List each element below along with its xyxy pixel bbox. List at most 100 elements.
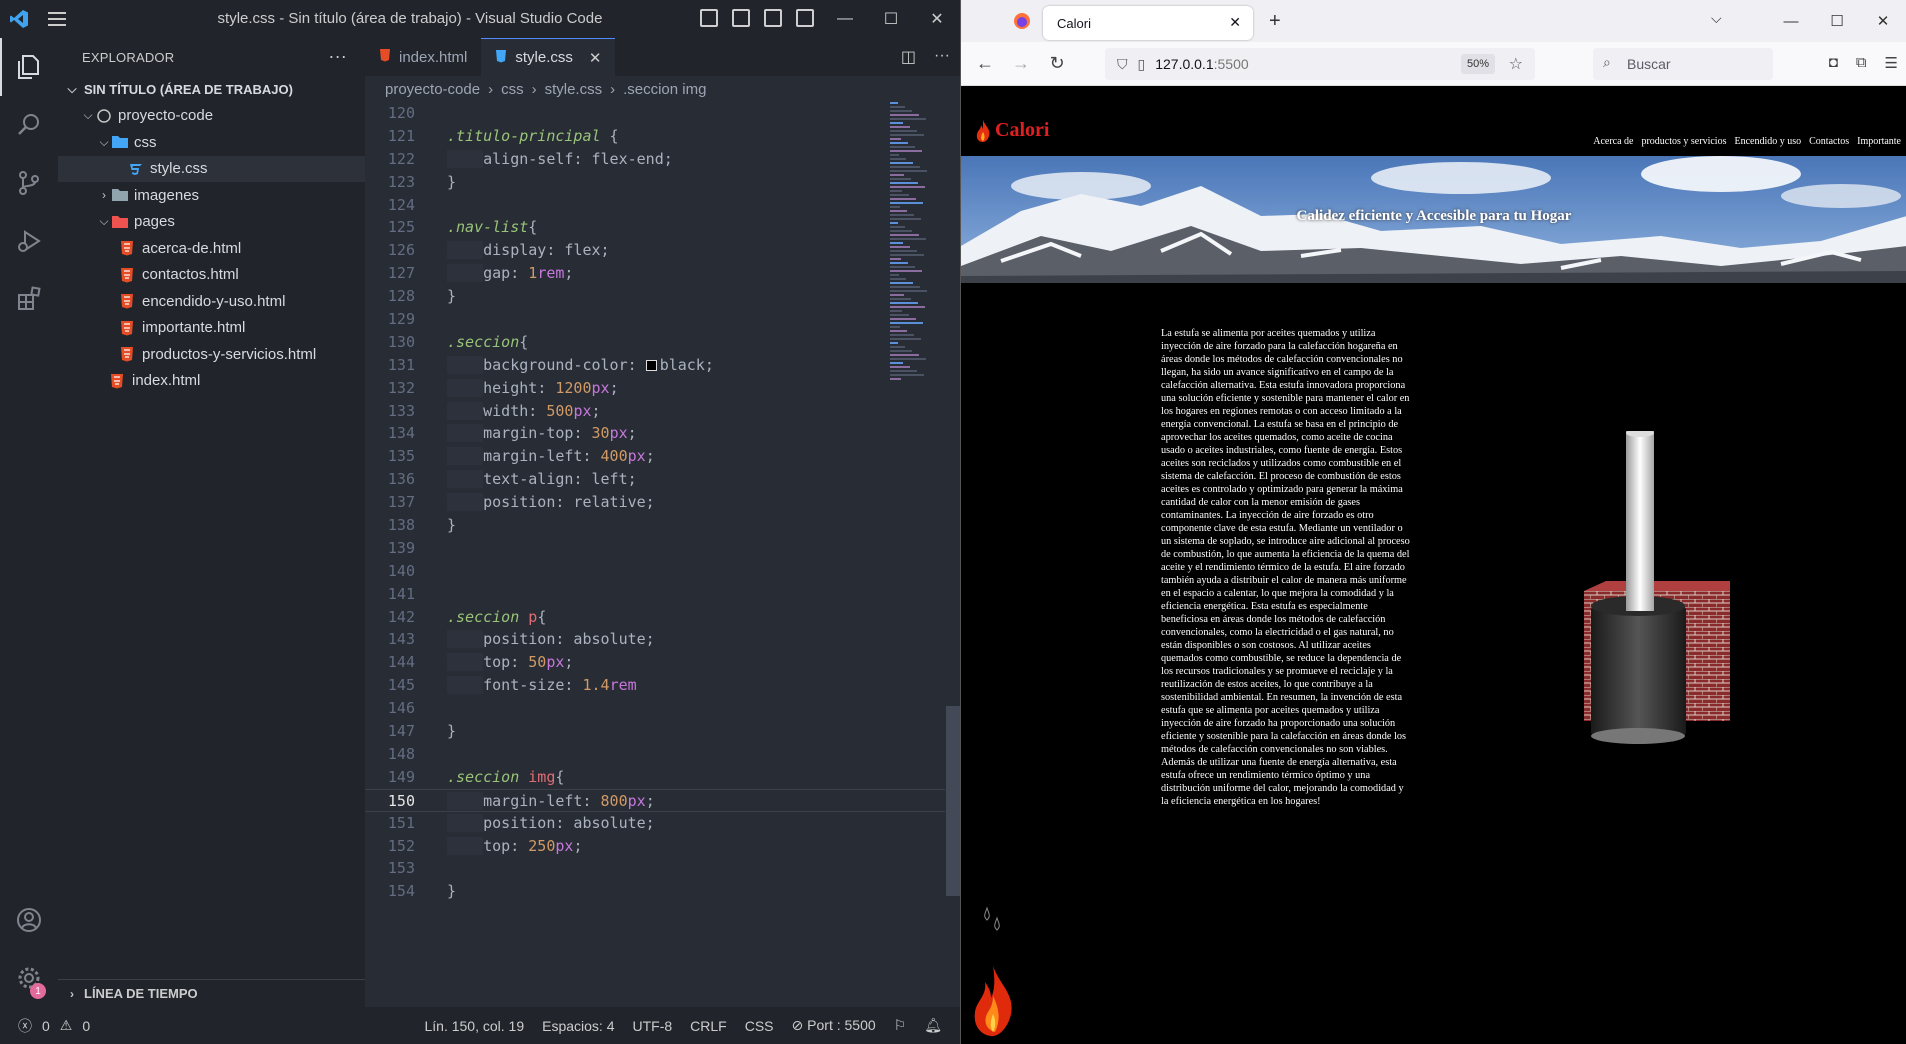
feedback-icon[interactable]: ⚐: [894, 1017, 907, 1034]
tree-item-importante[interactable]: importante.html: [58, 315, 365, 342]
zoom-indicator[interactable]: 50%: [1460, 54, 1495, 74]
tree-item-imagenes[interactable]: › imagenes: [58, 182, 365, 209]
code-line[interactable]: 154}: [365, 880, 945, 903]
encoding[interactable]: UTF-8: [633, 1018, 673, 1034]
source-control-icon[interactable]: [0, 154, 58, 212]
breadcrumb-item[interactable]: .seccion img: [623, 81, 706, 98]
code-line[interactable]: 147}: [365, 720, 945, 743]
code-line[interactable]: 145 font-size: 1.4rem: [365, 674, 945, 697]
nav-link[interactable]: Acerca de: [1593, 136, 1633, 147]
pocket-icon[interactable]: ◘: [1829, 54, 1838, 72]
code-line[interactable]: 138}: [365, 514, 945, 537]
tree-item-encendido-y-uso[interactable]: encendido-y-uso.html: [58, 288, 365, 315]
tab-index-html[interactable]: index.html: [365, 38, 481, 76]
more-actions-icon[interactable]: ···: [328, 46, 347, 67]
workspace-root[interactable]: ⌵ SIN TÍTULO (ÁREA DE TRABAJO): [58, 76, 365, 103]
firefox-view-icon[interactable]: [1001, 0, 1043, 42]
bell-icon[interactable]: 🔔︎: [924, 1017, 942, 1034]
close-icon[interactable]: ✕: [1860, 0, 1906, 42]
code-line[interactable]: 153: [365, 857, 945, 880]
close-tab-icon[interactable]: ✕: [589, 49, 602, 67]
more-actions-icon[interactable]: ···: [934, 47, 950, 67]
url-bar[interactable]: ⛉ ▯ 127.0.0.1:5500 50% ☆: [1105, 48, 1535, 80]
reload-icon[interactable]: ↻: [1039, 46, 1075, 82]
code-line[interactable]: 137 position: relative;: [365, 491, 945, 514]
browser-tab-calori[interactable]: Calori ✕: [1043, 6, 1253, 40]
code-line[interactable]: 146: [365, 697, 945, 720]
code-line[interactable]: 142 .seccion p{: [365, 606, 945, 629]
minimap[interactable]: [890, 102, 930, 442]
code-line[interactable]: 152 top: 250px;: [365, 835, 945, 858]
code-line[interactable]: 126 display: flex;: [365, 239, 945, 262]
close-icon[interactable]: ✕: [914, 0, 960, 38]
bookmark-star-icon[interactable]: ☆: [1509, 54, 1523, 74]
search-box[interactable]: ⌕ Buscar: [1593, 48, 1773, 80]
minimize-icon[interactable]: —: [822, 0, 868, 38]
toggle-secondary-sidebar-icon[interactable]: [764, 9, 782, 27]
code-line[interactable]: 128}: [365, 285, 945, 308]
manage-gear-icon[interactable]: 1: [0, 949, 58, 1007]
tree-item-style-css[interactable]: style.css: [58, 155, 365, 182]
code-line[interactable]: 143 position: absolute;: [365, 628, 945, 651]
explorer-icon[interactable]: [0, 38, 58, 96]
code-line[interactable]: 144 top: 50px;: [365, 651, 945, 674]
toggle-panel-icon[interactable]: [732, 9, 750, 27]
search-icon[interactable]: [0, 96, 58, 154]
code-line[interactable]: 124: [365, 194, 945, 217]
code-line[interactable]: 127 gap: 1rem;: [365, 262, 945, 285]
code-line[interactable]: 121 .titulo-principal {: [365, 125, 945, 148]
color-swatch[interactable]: [645, 359, 657, 371]
minimize-icon[interactable]: —: [1768, 0, 1814, 42]
code-line[interactable]: 130 .seccion{: [365, 331, 945, 354]
new-tab-icon[interactable]: +: [1269, 10, 1281, 33]
timeline-section[interactable]: › LÍNEA DE TIEMPO: [58, 979, 365, 1007]
code-line[interactable]: 150 margin-left: 800px;: [365, 788, 945, 812]
code-editor[interactable]: 120 121 .titulo-principal {122 align-self:…: [365, 102, 945, 962]
code-line[interactable]: 132 height: 1200px;: [365, 377, 945, 400]
code-line[interactable]: 133 width: 500px;: [365, 400, 945, 423]
breadcrumb-item[interactable]: style.css: [545, 81, 603, 98]
maximize-icon[interactable]: ☐: [868, 0, 914, 38]
breadcrumb-item[interactable]: css: [501, 81, 524, 98]
extensions-icon[interactable]: ⧉: [1856, 54, 1867, 72]
code-line[interactable]: 135 margin-left: 400px;: [365, 445, 945, 468]
code-line[interactable]: 141: [365, 583, 945, 606]
back-arrow-icon[interactable]: ←: [967, 46, 1003, 82]
split-editor-icon[interactable]: ◫: [901, 47, 916, 67]
tab-style-css[interactable]: style.css ✕: [481, 38, 616, 76]
close-tab-icon[interactable]: ✕: [1229, 14, 1241, 31]
cursor-position[interactable]: Lín. 150, col. 19: [424, 1018, 524, 1034]
site-logo[interactable]: Calori: [975, 119, 1049, 142]
forward-arrow-icon[interactable]: →: [1003, 46, 1039, 82]
run-debug-icon[interactable]: [0, 212, 58, 270]
shield-icon[interactable]: ⛉: [1117, 56, 1128, 73]
code-line[interactable]: 140: [365, 560, 945, 583]
code-line[interactable]: 134 margin-top: 30px;: [365, 422, 945, 445]
code-line[interactable]: 149 .seccion img{: [365, 766, 945, 789]
tree-item-css[interactable]: ⌵ css: [58, 129, 365, 156]
tree-item-index[interactable]: index.html: [58, 368, 365, 395]
extensions-icon[interactable]: [0, 270, 58, 328]
accounts-icon[interactable]: [0, 891, 58, 949]
code-line[interactable]: 120: [365, 102, 945, 125]
code-line[interactable]: 151 position: absolute;: [365, 812, 945, 835]
editor-scrollbar[interactable]: [946, 706, 960, 896]
nav-link[interactable]: Importante: [1857, 136, 1901, 147]
tree-item-contactos[interactable]: contactos.html: [58, 262, 365, 289]
tree-item-productos-y-servicios[interactable]: productos-y-servicios.html: [58, 341, 365, 368]
nav-link[interactable]: productos y servicios: [1641, 136, 1726, 147]
problems-indicator[interactable]: ⓧ 0 ⚠ 0: [0, 1016, 90, 1036]
list-tabs-chevron-icon[interactable]: ⌵: [1711, 10, 1722, 27]
code-line[interactable]: 131 background-color: black;: [365, 354, 945, 377]
tree-item-acerca-de[interactable]: acerca-de.html: [58, 235, 365, 262]
code-line[interactable]: 125 .nav-list{: [365, 216, 945, 239]
code-line[interactable]: 122 align-self: flex-end;: [365, 148, 945, 171]
nav-link[interactable]: Encendido y uso: [1734, 136, 1801, 147]
maximize-icon[interactable]: ☐: [1814, 0, 1860, 42]
code-line[interactable]: 129: [365, 308, 945, 331]
tree-item-pages[interactable]: ⌵ pages: [58, 209, 365, 236]
code-line[interactable]: 148: [365, 743, 945, 766]
end-of-line[interactable]: CRLF: [690, 1018, 727, 1034]
app-menu-icon[interactable]: ☰: [1885, 54, 1898, 72]
code-line[interactable]: 123}: [365, 171, 945, 194]
